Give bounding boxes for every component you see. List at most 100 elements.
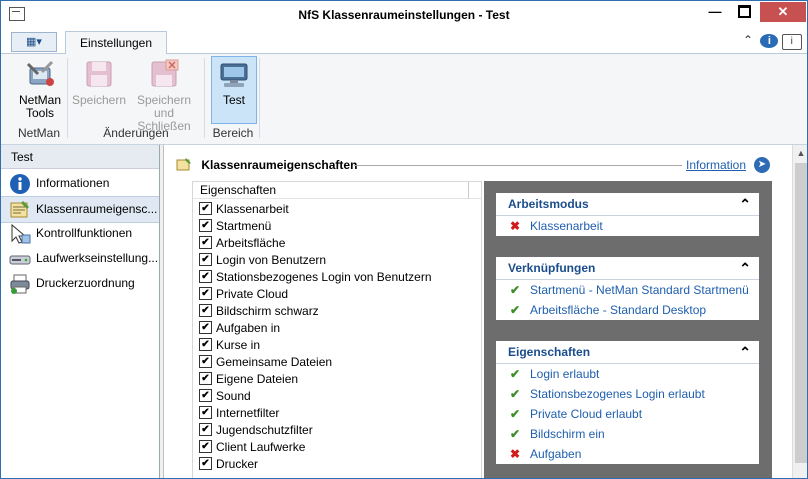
app-menu-button[interactable]: ▦▾ [11,32,57,52]
collapse-icon[interactable]: ⌃ [739,257,751,279]
checkbox[interactable]: ✔ [199,423,212,437]
property-label: Eigene Dateien [216,372,299,386]
printer-icon [9,273,31,295]
drive-icon [9,248,31,270]
list-item[interactable]: ✖ Aufgaben [496,444,759,464]
checkbox[interactable]: ✔ [199,321,212,335]
cross-icon: ✖ [510,447,521,461]
property-label: Bildschirm schwarz [216,304,319,318]
test-label: Test [222,93,245,107]
list-item[interactable]: ✔ Arbeitsfläche [199,235,285,252]
list-item[interactable]: ✔ Sound [199,388,251,405]
checkbox[interactable]: ✔ [199,372,212,386]
property-label: Private Cloud [216,287,289,301]
list-item[interactable]: ✔ Klassenarbeit [199,201,289,218]
collapse-icon[interactable]: ⌃ [739,193,751,215]
sidebar-item-kontrollfunktionen[interactable]: Kontrollfunktionen [1,221,159,246]
list-item[interactable]: ✔ Private Cloud [199,286,288,303]
property-label: Kurse in [216,338,261,352]
list-item[interactable]: ✔ Arbeitsfläche - Standard Desktop [496,300,759,320]
checkbox[interactable]: ✔ [199,457,212,471]
list-item[interactable]: ✔ Bildschirm schwarz [199,303,319,320]
list-item[interactable]: ✔ Private Cloud erlaubt [496,404,759,424]
checkbox[interactable]: ✔ [199,270,212,284]
properties-list: Eigenschaften ✔ Klassenarbeit ✔ Startmenü ✔ A… [192,181,482,478]
app-window: NfS Klassenraumeinstellungen - Test — ✕ … [0,0,808,479]
sidebar-item-laufwerkseinstellungen[interactable]: Laufwerkseinstellung... [1,246,159,271]
list-item[interactable]: ✔ Gemeinsame Dateien [199,354,332,371]
card-title: Arbeitsmodus [508,197,589,211]
checkbox[interactable]: ✔ [199,440,212,454]
list-item[interactable]: ✔ Drucker [199,456,258,473]
list-item[interactable]: ✔ Login von Benutzern [199,252,326,269]
checkbox[interactable]: ✔ [199,338,212,352]
sidebar-item-informationen[interactable]: Informationen [1,171,159,196]
property-label: Login von Benutzern [216,253,327,267]
checkbox[interactable]: ✔ [199,406,212,420]
property-label: Startmenü [216,219,272,233]
list-item[interactable]: ✔ Startmenü - NetMan Standard Startmenü [496,280,759,300]
ribbon: NetMan Tools NetMan Speichern Speichern … [1,54,807,145]
check-icon: ✔ [510,283,521,297]
list-item[interactable]: ✔ Stationsbezogenes Login von Benutzern [199,269,432,286]
scroll-thumb[interactable] [795,163,807,463]
checkbox[interactable]: ✔ [199,304,212,318]
group-label-aenderungen: Änderungen [103,126,169,140]
property-label: Client Laufwerke [216,440,306,454]
navigate-icon[interactable]: ➤ [754,157,770,173]
checkbox[interactable]: ✔ [199,236,212,250]
item-text: Startmenü - NetMan Standard Startmenü [530,283,749,297]
property-label: Sound [216,389,251,403]
checkbox[interactable]: ✔ [199,202,212,216]
list-item[interactable]: ✔ Startmenü [199,218,271,235]
list-item[interactable]: ✔ Stationsbezogenes Login erlaubt [496,384,759,404]
card-header[interactable]: Arbeitsmodus ⌃ [496,193,759,216]
sidebar-item-label: Druckerzuordnung [36,276,135,290]
close-button[interactable]: ✕ [760,2,806,22]
list-item[interactable]: ✔ Bildschirm ein [496,424,759,444]
checkbox[interactable]: ✔ [199,219,212,233]
save-button[interactable]: Speichern [71,58,127,107]
tab-einstellungen[interactable]: Einstellungen [65,31,167,55]
check-icon: ✔ [510,427,521,441]
list-item[interactable]: ✔ Internetfilter [199,405,279,422]
summary-card-eigenschaften: Eigenschaften ⌃ ✔ Login erlaubt ✔ Stationsb… [496,341,759,464]
netman-tools-button[interactable]: NetMan Tools [15,58,65,120]
list-item[interactable]: ✔ Aufgaben in [199,320,280,337]
maximize-button[interactable] [731,2,757,22]
sidebar-item-klassenraumeigenschaften[interactable]: Klassenraumeigensc... [1,196,159,223]
section-title: Klassenraumeigenschaften [201,158,358,172]
check-icon: ✔ [510,303,521,317]
card-header[interactable]: Verknüpfungen ⌃ [496,257,759,280]
scroll-up-icon[interactable]: ▲ [793,145,807,161]
collapse-icon[interactable]: ⌃ [739,341,751,363]
list-item[interactable]: ✔ Client Laufwerke [199,439,305,456]
save-close-icon [148,58,180,90]
information-link[interactable]: Information [686,158,746,172]
netman-tools-label: NetMan Tools [18,93,62,120]
save-label: Speichern [71,93,127,107]
column-header[interactable]: Eigenschaften [193,182,481,199]
classroom-icon [9,199,31,221]
test-button[interactable]: Test [211,58,257,107]
card-header[interactable]: Eigenschaften ⌃ [496,341,759,364]
card-title: Verknüpfungen [508,261,596,275]
save-icon [83,58,115,90]
checkbox[interactable]: ✔ [199,355,212,369]
property-label: Internetfilter [216,406,280,420]
checkbox[interactable]: ✔ [199,253,212,267]
minimize-button[interactable]: — [702,2,728,22]
vertical-scrollbar[interactable]: ▲ [792,145,807,478]
sidebar-item-druckerzuordnung[interactable]: Druckerzuordnung [1,271,159,296]
list-item[interactable]: ✔ Login erlaubt [496,364,759,384]
list-item[interactable]: ✖ Klassenarbeit [496,216,759,236]
checkbox[interactable]: ✔ [199,389,212,403]
list-item[interactable]: ✔ Eigene Dateien [199,371,298,388]
list-item[interactable]: ✔ Jugendschutzfilter [199,422,313,439]
help-icon[interactable]: i [760,33,779,48]
info-icon[interactable]: i [781,33,802,50]
checkbox[interactable]: ✔ [199,287,212,301]
save-close-button[interactable]: Speichern und Schließen [131,58,197,133]
collapse-ribbon-icon[interactable]: ⌃ [739,33,757,47]
list-item[interactable]: ✔ Kurse in [199,337,260,354]
